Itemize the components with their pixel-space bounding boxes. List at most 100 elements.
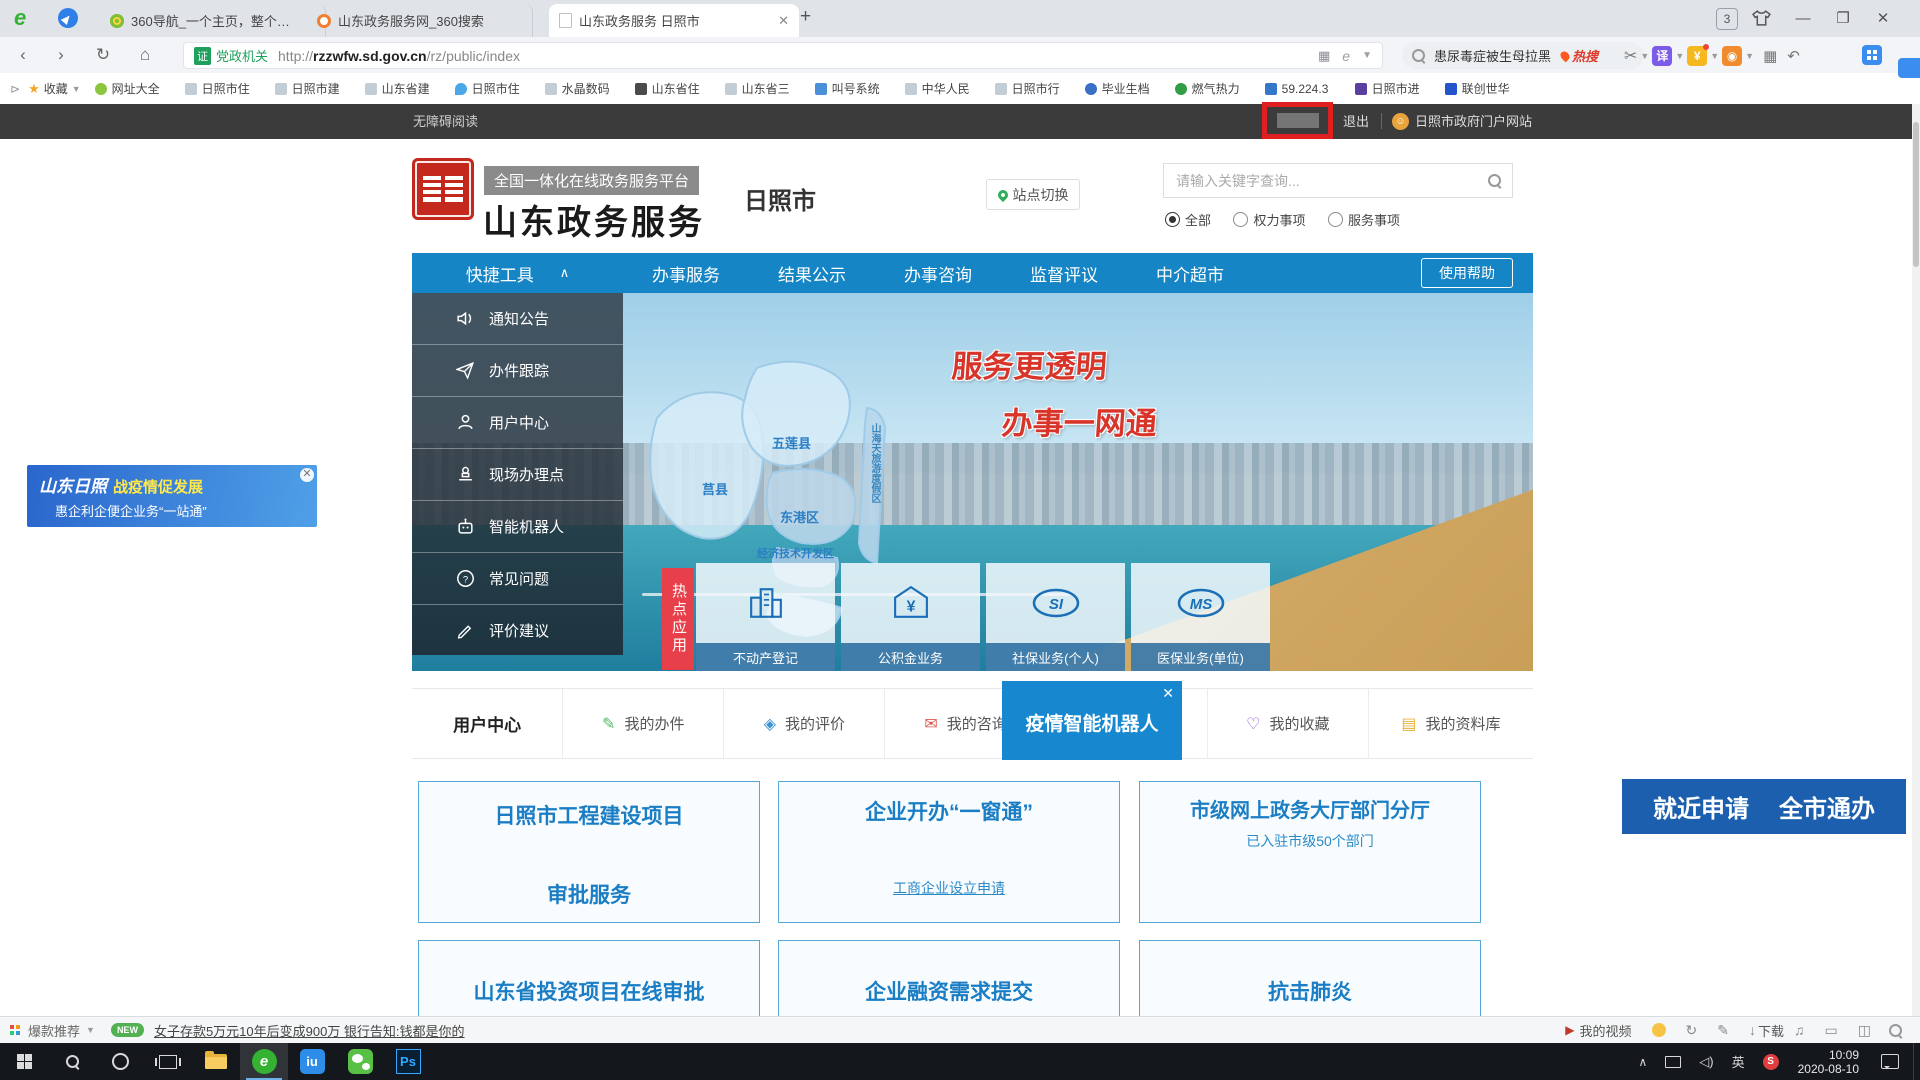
promo-ad-banner[interactable]: 山东日照战疫情促发展 惠企利企便企业务“一站通” ✕ [27,465,317,527]
logout-link[interactable]: 退出 [1343,104,1369,139]
split-screen-icon[interactable]: ◫ [1858,1022,1871,1039]
tab-count-badge[interactable]: 3 [1716,8,1738,30]
tile-social-insurance[interactable]: SI 社保业务(个人) [986,563,1125,671]
close-button[interactable]: ✕ [1866,0,1900,37]
tab-user-center[interactable]: 用户中心 [412,689,562,758]
tab-my-favorites[interactable]: ♡我的收藏 [1207,689,1368,758]
ime-language-indicator[interactable]: 英 [1732,1052,1745,1071]
card-fight-epidemic[interactable]: 抗击肺炎 [1139,940,1481,1025]
emoji-icon[interactable] [1652,1023,1666,1037]
taskbar-search-icon[interactable] [48,1043,96,1080]
download-label[interactable]: 下载 [1758,1021,1784,1040]
hot-search-box[interactable]: 患尿毒症被生母拉黑 热搜 [1402,42,1644,69]
bookmark-item[interactable]: 日照市建 [275,80,365,97]
popup-label[interactable]: 疫情智能机器人 [1002,709,1182,736]
edge-widget-icon[interactable] [1898,58,1920,78]
start-button[interactable] [0,1043,48,1080]
url-box[interactable]: 证 党政机关 http://rzzwfw.sd.gov.cn/rz/public… [183,42,1383,69]
portal-link[interactable]: 日照市政府门户网站 [1415,104,1532,139]
map-label-shanhaitian[interactable]: 山海天旅游度假区 [867,423,882,503]
panel-item-feedback[interactable]: 评价建议 [412,604,623,656]
bookmark-item[interactable]: 水晶数码 [545,80,635,97]
panel-item-robot[interactable]: 智能机器人 [412,500,623,552]
ad-close-icon[interactable]: ✕ [300,468,314,482]
action-center-icon[interactable] [1881,1054,1899,1069]
nav-item-consult[interactable]: 办事咨询 [904,261,972,286]
show-desktop-button[interactable] [1913,1043,1920,1080]
news-headline-link[interactable]: 女子存款5万元10年后变成900万 银行告知:钱都是你的 [154,1021,465,1040]
zoom-icon[interactable] [1889,1024,1902,1037]
refresh-icon[interactable]: ↻ [88,37,118,73]
nav-item-services[interactable]: 办事服务 [652,261,720,286]
tray-expand-icon[interactable]: ∧ [1638,1055,1647,1069]
promo-label[interactable]: 爆款推荐 [28,1021,80,1040]
panel-item-tracking[interactable]: 办件跟踪 [412,344,623,396]
bookmark-item[interactable]: 燃气热力 [1175,80,1265,97]
chevron-down-icon[interactable]: ▼ [86,1025,95,1035]
screenshot-scissors-icon[interactable]: ✂ [1624,46,1637,66]
bookmark-item[interactable]: 日照市住 [455,80,545,97]
map-label-kaifaqu[interactable]: 经济技术开发区 [757,545,834,561]
sound-icon[interactable]: ♫ [1794,1022,1805,1038]
play-icon[interactable]: ▶ [1565,1023,1574,1037]
close-icon[interactable]: ✕ [1162,685,1174,702]
tab-my-reviews[interactable]: ◈我的评价 [723,689,884,758]
browser-logo-icon[interactable]: e [14,6,26,30]
bookmark-item[interactable]: 日照市进 [1355,80,1445,97]
hot-search-text[interactable]: 患尿毒症被生母拉黑 [1434,46,1551,65]
card-construction-approval[interactable]: 日照市工程建设项目 审批服务 [418,781,760,923]
map-label-juxian[interactable]: 莒县 [702,479,728,498]
radio-power-items[interactable] [1233,212,1248,227]
wechat-icon[interactable] [336,1043,384,1080]
tab-active-rizhao[interactable]: 山东政务服务 日照市 ✕ [549,4,799,37]
url-text[interactable]: http://rzzwfw.sd.gov.cn/rz/public/index [278,48,520,64]
panel-item-user-center[interactable]: 用户中心 [412,396,623,448]
browser-360-icon[interactable]: e [240,1043,288,1080]
tile-housing-fund[interactable]: ¥ 公积金业务 [841,563,980,671]
file-explorer-icon[interactable] [192,1043,240,1080]
map-label-donggang[interactable]: 东港区 [780,507,819,526]
skin-icon[interactable] [1752,9,1771,32]
panel-item-faq[interactable]: ? 常见问题 [412,552,623,604]
game-center-icon[interactable]: ◉ [1722,46,1742,66]
tab-my-items[interactable]: ✎我的办件 [562,689,723,758]
bookmark-item[interactable]: 叫号系统 [815,80,905,97]
network-icon[interactable] [1665,1056,1681,1068]
sogou-tray-icon[interactable]: S [1763,1054,1779,1070]
tab-my-library[interactable]: ▤我的资料库 [1368,689,1533,758]
extensions-grid-icon[interactable]: ▦ [1763,47,1777,65]
bookmark-expand-icon[interactable]: ⊳ [10,82,20,96]
accessibility-link[interactable]: 无障碍阅读 [413,104,478,139]
speed-mode-compass-icon[interactable] [58,8,78,28]
monitor-icon[interactable]: ▭ [1825,1022,1838,1039]
download-icon[interactable]: ↓ [1749,1022,1756,1038]
volume-icon[interactable]: ◁) [1699,1054,1713,1070]
bookmark-item[interactable]: 日照市住 [185,80,275,97]
card-online-hall[interactable]: 市级网上政务大厅部门分厅 已入驻市级50个部门 [1139,781,1481,923]
radio-service-items[interactable] [1328,212,1343,227]
help-button[interactable]: 使用帮助 [1421,258,1513,288]
refresh-icon[interactable]: ↻ [1686,1022,1698,1039]
epidemic-robot-popup[interactable]: ✕ 疫情智能机器人 [1002,681,1182,760]
pen-icon[interactable]: ✎ [1717,1022,1729,1039]
minimize-button[interactable]: — [1786,0,1820,37]
card-financing-demand[interactable]: 企业融资需求提交 [778,940,1120,1025]
bookmark-item[interactable]: 网址大全 [95,80,185,97]
nearby-apply-bar[interactable]: 就近申请全市通办 [1622,779,1906,834]
quick-tools-header[interactable]: 快捷工具∧ [412,253,623,293]
undo-arrow-icon[interactable]: ↶ [1787,47,1800,65]
url-dropdown-icon[interactable]: ▼ [1362,50,1372,61]
card-investment-approval[interactable]: 山东省投资项目在线审批 [418,940,760,1025]
forward-icon[interactable]: › [46,37,76,73]
panel-item-onsite[interactable]: 现场办理点 [412,448,623,500]
bookmark-item[interactable]: 联创世华 [1445,80,1535,97]
new-tab-button[interactable]: + [800,6,811,28]
hot-search-tag[interactable]: 热搜 [1572,46,1598,65]
back-icon[interactable]: ‹ [8,37,38,73]
radio-all[interactable] [1165,212,1180,227]
wallet-icon[interactable]: ¥ [1687,46,1707,66]
map-label-wulian[interactable]: 五莲县 [772,433,811,452]
tile-medical-insurance[interactable]: MS 医保业务(单位) [1131,563,1270,671]
site-switch-button[interactable]: 站点切换 [986,179,1080,210]
bookmark-item[interactable]: 毕业生档 [1085,80,1175,97]
